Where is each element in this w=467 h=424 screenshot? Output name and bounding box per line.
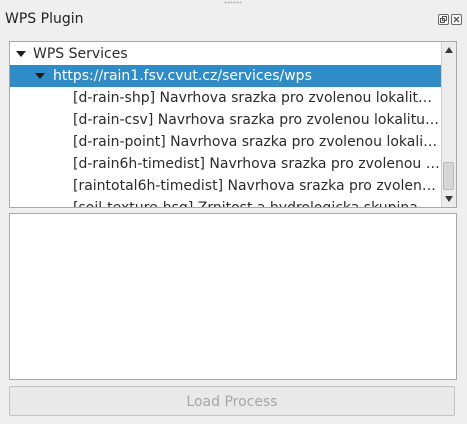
tree-server-row[interactable]: https://rain1.fsv.cvut.cz/services/wps [10, 65, 442, 87]
expand-arrow-icon[interactable] [35, 73, 45, 79]
dock-drag-grip[interactable] [224, 1, 242, 4]
server-url-label: https://rain1.fsv.cvut.cz/services/wps [53, 68, 312, 84]
float-window-icon [440, 16, 447, 23]
tree-root-label: WPS Services [33, 46, 128, 62]
dock-title: WPS Plugin [5, 11, 84, 27]
process-label: [d-rain-csv] Navrhova srazka pro zvoleno… [73, 112, 440, 128]
close-button[interactable] [451, 14, 462, 25]
tree-vertical-scrollbar[interactable] [441, 42, 456, 207]
scroll-down-arrow-icon[interactable] [445, 196, 453, 202]
float-button[interactable] [438, 14, 449, 25]
scrollbar-thumb[interactable] [443, 162, 454, 190]
process-label: [raintotal6h-timedist] Navrhova srazka p… [73, 178, 436, 194]
wps-plugin-dock: WPS Plugin WPS Services https://rain1.fs… [0, 0, 467, 424]
scroll-up-arrow-icon[interactable] [445, 47, 453, 53]
tree-process-item[interactable]: [raintotal6h-timedist] Navrhova srazka p… [10, 175, 442, 197]
tree-process-item[interactable]: [d-rain-shp] Navrhova srazka pro zvoleno… [10, 87, 442, 109]
expand-arrow-icon[interactable] [16, 51, 26, 57]
tree-process-item[interactable]: [d-rain-csv] Navrhova srazka pro zvoleno… [10, 109, 442, 131]
tree-process-item[interactable]: [d-rain-point] Navrhova srazka pro zvole… [10, 131, 442, 153]
tree-process-item[interactable]: [d-rain6h-timedist] Navrhova srazka pro … [10, 153, 442, 175]
process-description-panel [9, 213, 457, 380]
process-label: [d-rain-point] Navrhova srazka pro zvole… [73, 134, 438, 150]
tree-process-item[interactable]: [soil-texture-hsg] Zrnitost a hydrologic… [10, 197, 442, 208]
process-label: [d-rain6h-timedist] Navrhova srazka pro … [73, 156, 440, 172]
load-process-button[interactable]: Load Process [9, 386, 455, 416]
wps-services-tree[interactable]: WPS Services https://rain1.fsv.cvut.cz/s… [9, 41, 457, 208]
close-icon [453, 16, 460, 23]
tree-root-row[interactable]: WPS Services [10, 43, 442, 65]
process-label: [soil-texture-hsg] Zrnitost a hydrologic… [73, 200, 432, 208]
process-label: [d-rain-shp] Navrhova srazka pro zvoleno… [73, 90, 432, 106]
